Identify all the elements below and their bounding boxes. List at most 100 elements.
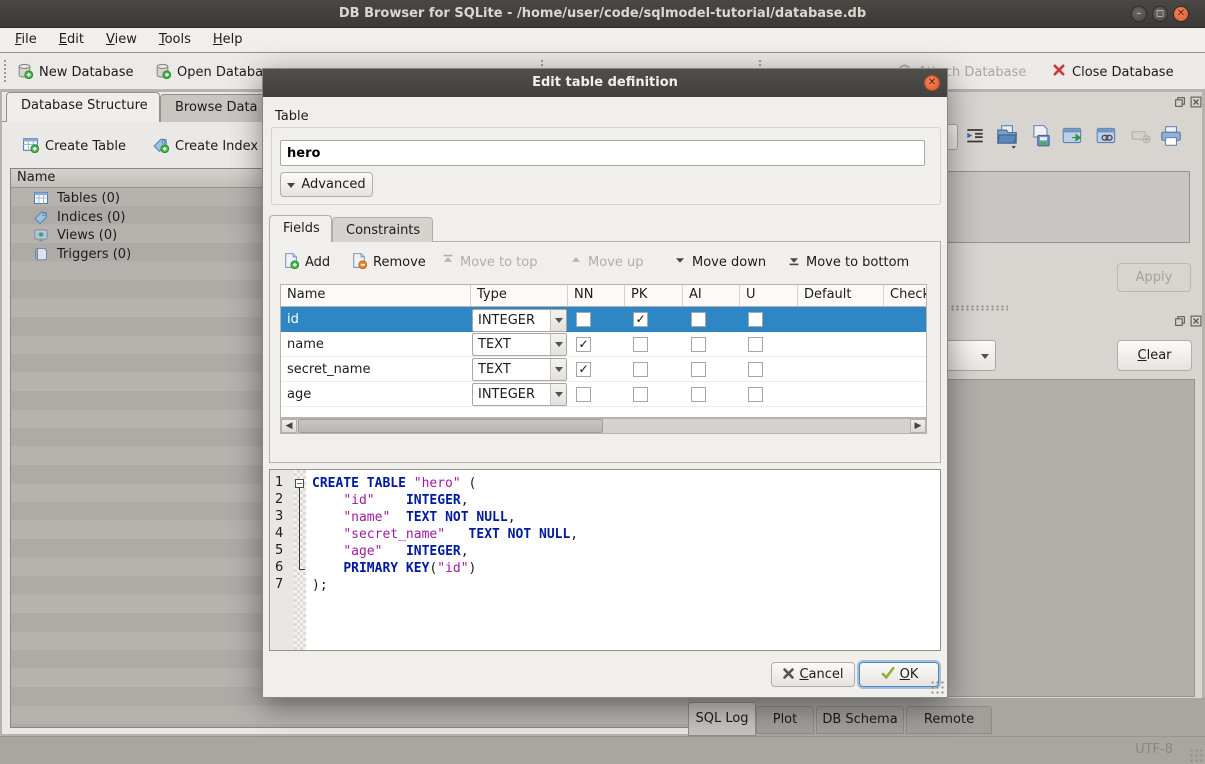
remove-button[interactable]: Remove (350, 250, 426, 274)
apply-button[interactable]: Apply (1117, 263, 1191, 292)
scroll-right-icon[interactable]: ▶ (910, 419, 926, 433)
close-database-button[interactable]: Close Database (1052, 60, 1174, 84)
link-icon[interactable] (1094, 123, 1120, 149)
chevron-down-icon[interactable] (550, 359, 566, 380)
bottom-tab-sql-log[interactable]: SQL Log (688, 702, 756, 736)
fold-marker-icon[interactable]: − (295, 479, 304, 488)
ok-button[interactable]: OK (859, 662, 939, 687)
chevron-down-icon[interactable] (550, 310, 566, 331)
move-to-top-button[interactable]: Move to top (442, 250, 537, 274)
u-checkbox[interactable] (748, 387, 763, 402)
create-index-button[interactable]: Create Index (152, 134, 258, 158)
fold-line (299, 560, 300, 569)
maximize-button[interactable]: ◻ (1152, 6, 1168, 22)
close-database-icon (1052, 63, 1066, 81)
sql-line-number: 7 (270, 577, 290, 592)
move-to-bottom-button[interactable]: Move to bottom (788, 250, 909, 274)
dock-separator-handle[interactable] (950, 305, 1008, 311)
pk-checkbox[interactable] (633, 362, 648, 377)
bottom-tab-db-schema[interactable]: DB Schema (816, 706, 904, 734)
close-window-button[interactable]: ✕ (1173, 6, 1189, 22)
indent-icon[interactable] (962, 123, 988, 149)
u-checkbox[interactable] (748, 312, 763, 327)
field-u-cell (740, 307, 798, 332)
move-up-button[interactable]: Move up (570, 250, 644, 274)
dialog-resize-grip[interactable] (930, 680, 944, 694)
bottom-tab-plot[interactable]: Plot (756, 706, 814, 734)
column-header-pk[interactable]: PK (625, 285, 683, 306)
nn-checkbox[interactable]: ✓ (576, 337, 591, 352)
dock-float-icon[interactable] (1174, 315, 1186, 327)
nn-checkbox[interactable]: ✓ (576, 362, 591, 377)
scroll-left-icon[interactable]: ◀ (281, 419, 297, 433)
dialog-titlebar[interactable]: Edit table definition ✕ (263, 69, 947, 97)
field-row-id[interactable]: idINTEGER✓ (281, 307, 926, 332)
minimize-button[interactable]: – (1131, 6, 1147, 22)
bottom-tab-remote[interactable]: Remote (906, 706, 992, 734)
toolbar-grip[interactable] (3, 59, 7, 83)
dialog-close-icon[interactable]: ✕ (924, 75, 940, 91)
sql-preview: 1CREATE TABLE "hero" (−2 "id" INTEGER,3 … (269, 469, 941, 651)
type-combo[interactable]: TEXT (472, 358, 567, 381)
dialog-tab-fields[interactable]: Fields (269, 215, 332, 242)
ai-checkbox[interactable] (691, 362, 706, 377)
ai-checkbox[interactable] (691, 387, 706, 402)
field-row-age[interactable]: ageINTEGER (281, 382, 926, 407)
column-header-ai[interactable]: AI (683, 285, 740, 306)
menu-item-view[interactable]: View (95, 28, 148, 52)
field-row-name[interactable]: nameTEXT✓ (281, 332, 926, 357)
sql-token: PRIMARY KEY (343, 561, 429, 576)
u-checkbox[interactable] (748, 362, 763, 377)
column-header-type[interactable]: Type (471, 285, 568, 306)
open-database-button[interactable]: Open Database (154, 60, 278, 84)
column-header-nn[interactable]: NN (568, 285, 625, 306)
nn-checkbox[interactable] (576, 387, 591, 402)
null-icon[interactable] (1128, 123, 1154, 149)
new-database-button[interactable]: New Database (16, 60, 134, 84)
nn-checkbox[interactable] (576, 312, 591, 327)
print-icon[interactable] (1158, 123, 1184, 149)
chevron-down-icon[interactable] (550, 334, 566, 355)
create-table-button[interactable]: Create Table (22, 134, 126, 158)
advanced-button[interactable]: Advanced (280, 172, 373, 197)
pk-checkbox[interactable]: ✓ (633, 312, 648, 327)
add-button[interactable]: Add (282, 250, 330, 274)
move-down-button[interactable]: Move down (674, 250, 766, 274)
type-combo[interactable]: INTEGER (472, 309, 567, 332)
tab-browse-data[interactable]: Browse Data (160, 94, 278, 122)
table-name-input[interactable] (280, 140, 925, 166)
menu-item-edit[interactable]: Edit (48, 28, 95, 52)
field-ai-cell (683, 307, 740, 332)
cancel-button[interactable]: Cancel (771, 662, 855, 687)
menu-item-help[interactable]: Help (202, 28, 254, 52)
ai-checkbox[interactable] (691, 337, 706, 352)
menu-item-file[interactable]: File (4, 28, 48, 52)
import-icon[interactable] (994, 123, 1020, 149)
column-header-u[interactable]: U (740, 285, 798, 306)
type-combo[interactable]: TEXT (472, 333, 567, 356)
type-combo[interactable]: INTEGER (472, 383, 567, 406)
column-header-default[interactable]: Default (798, 285, 884, 306)
field-nn-cell: ✓ (568, 332, 625, 356)
ai-checkbox[interactable] (691, 312, 706, 327)
dock-float-icon[interactable] (1174, 96, 1186, 108)
pk-checkbox[interactable] (633, 337, 648, 352)
resize-grip[interactable] (1189, 748, 1203, 762)
dock-close-icon[interactable] (1190, 315, 1202, 327)
menu-item-tools[interactable]: Tools (148, 28, 202, 52)
save-icon[interactable] (1028, 123, 1054, 149)
u-checkbox[interactable] (748, 337, 763, 352)
field-row-secret_name[interactable]: secret_nameTEXT✓ (281, 357, 926, 382)
clear-button[interactable]: Clear (1117, 340, 1192, 371)
tab-database-structure[interactable]: Database Structure (6, 92, 160, 122)
dock-close-icon[interactable] (1190, 96, 1202, 108)
sql-token: TEXT NOT NULL (406, 510, 508, 525)
scrollbar-thumb[interactable] (298, 419, 603, 433)
chevron-down-icon[interactable] (550, 384, 566, 405)
column-header-check[interactable]: Check (884, 285, 927, 306)
dialog-tab-constraints[interactable]: Constraints (332, 217, 433, 242)
horizontal-scrollbar[interactable]: ◀ ▶ (280, 418, 927, 434)
pk-checkbox[interactable] (633, 387, 648, 402)
column-header-name[interactable]: Name (281, 285, 471, 306)
export-icon[interactable] (1060, 123, 1086, 149)
